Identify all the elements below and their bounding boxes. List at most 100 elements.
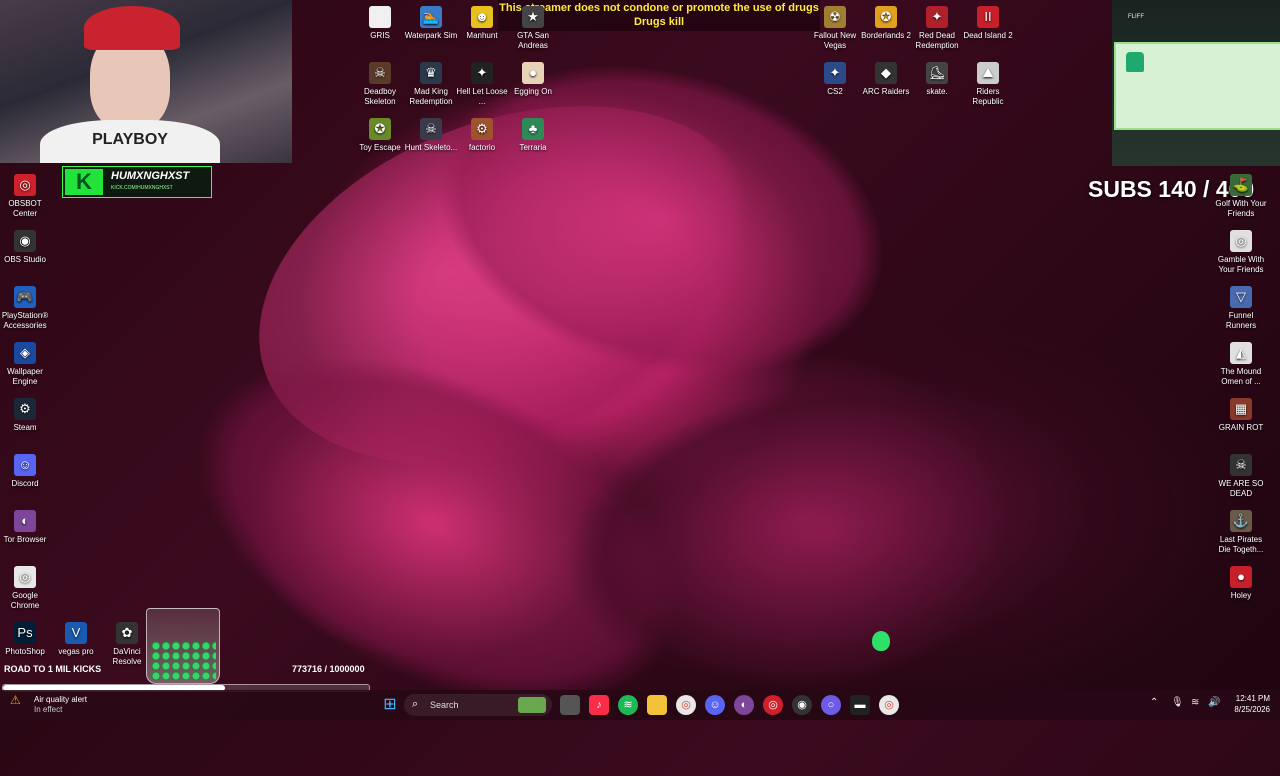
desktop-icon-label: Discord xyxy=(11,479,39,488)
desktop-icon-gris[interactable]: GRIS xyxy=(353,6,407,41)
desktop-icon-label: PlayStation® Accessories xyxy=(1,311,49,330)
app-icon[interactable]: ○ xyxy=(821,695,841,715)
gris-icon xyxy=(369,6,391,28)
desktop-icon-label: Dead Island 2 xyxy=(963,31,1013,40)
desktop-icon-label: Red Dead Redemption xyxy=(915,31,959,50)
desktop-icon-red-dead-redemption[interactable]: ✦ Red Dead Redemption xyxy=(910,6,964,51)
desktop-icon-vegas-pro[interactable]: Vvegas pro xyxy=(49,622,103,657)
gamble-with-your-friends-icon: ◎ xyxy=(1230,230,1252,252)
desktop-icon-tor-browser[interactable]: ◐ Tor Browser xyxy=(0,510,52,545)
spotify-icon[interactable]: ≋ xyxy=(618,695,638,715)
hell-let-loose-icon: ✦ xyxy=(471,62,493,84)
desktop-icon-discord[interactable]: ☺ Discord xyxy=(0,454,52,489)
overlay-camera-2: FLIFF xyxy=(1112,0,1280,166)
desktop-icon-label: factorio xyxy=(468,143,496,152)
wifi-icon[interactable]: ≋ xyxy=(1191,697,1199,708)
desktop-icon-fallout-new-vegas[interactable]: ☢ Fallout New Vegas xyxy=(808,6,862,51)
desktop-icon-dead-island-2[interactable]: II Dead Island 2 xyxy=(961,6,1015,41)
fallout-new-vegas-icon: ☢ xyxy=(824,6,846,28)
desktop-icon-cs2[interactable]: ✦ CS2 xyxy=(808,62,862,97)
mic-icon[interactable]: 🎙 xyxy=(1171,697,1184,708)
desktop-icon-label: GTA San Andreas xyxy=(517,31,549,50)
start-icon[interactable]: ⊞ xyxy=(380,695,400,715)
red-dead-redemption-icon: ✦ xyxy=(926,6,948,28)
desktop-icon-wallpaper-engine[interactable]: ◈ Wallpaper Engine xyxy=(0,342,52,387)
desktop-icon-terraria[interactable]: ♣ Terraria xyxy=(506,118,560,153)
discord-icon[interactable]: ☺ xyxy=(705,695,725,715)
tor-browser-icon: ◐ xyxy=(14,510,36,532)
desktop-icon-last-pirates-die-togeth[interactable]: ⚓ Last Pirates Die Togeth... xyxy=(1214,510,1268,555)
folder-icon[interactable] xyxy=(647,695,667,715)
terminal-icon[interactable]: ▬ xyxy=(850,695,870,715)
riders-republic-icon: ⛰ xyxy=(977,62,999,84)
music-app-icon[interactable]: ♪ xyxy=(589,695,609,715)
desktop-icon-gta-san-andreas[interactable]: ★ GTA San Andreas xyxy=(506,6,560,51)
vegas-pro-icon: V xyxy=(65,622,87,644)
toy-escape-icon: ✪ xyxy=(369,118,391,140)
arc-raiders-icon: ◆ xyxy=(875,62,897,84)
kick-channel-name: HUMXNGHXST xyxy=(111,170,190,182)
tor-icon[interactable]: ◐ xyxy=(734,695,754,715)
davinci-resolve-icon: ✿ xyxy=(116,622,138,644)
desktop-icon-photoshop[interactable]: Ps PhotoShop xyxy=(0,622,52,657)
kicks-goal-count: 773716 / 1000000 xyxy=(292,664,365,674)
desktop-icon-riders-republic[interactable]: ⛰ Riders Republic xyxy=(961,62,1015,107)
desktop-icon-google-chrome[interactable]: ◎ Google Chrome xyxy=(0,566,52,611)
steam-icon: ⚙ xyxy=(14,398,36,420)
desktop-icon-hunt-skeleto[interactable]: ☠ Hunt Skeleto... xyxy=(404,118,458,153)
desktop-icon-obs-studio[interactable]: ◉ OBS Studio xyxy=(0,230,52,265)
desktop-icon-label: Golf With Your Friends xyxy=(1215,199,1267,218)
desktop-icon-label: vegas pro xyxy=(58,647,94,656)
obs-icon[interactable]: ◉ xyxy=(792,695,812,715)
desktop-icon-skate[interactable]: ⛸ skate. xyxy=(910,62,964,97)
chevron-up-icon[interactable]: ⌃ xyxy=(1150,697,1158,708)
desktop-icon-gamble-with-your-friends[interactable]: ◎ Gamble With Your Friends xyxy=(1214,230,1268,275)
desktop-icon-manhunt[interactable]: ☻ Manhunt xyxy=(455,6,509,41)
desktop-icon-label: Tor Browser xyxy=(3,535,47,544)
volume-icon[interactable]: 🔊 xyxy=(1208,697,1220,708)
desktop-icon-playstation-accessories[interactable]: 🎮 PlayStation® Accessories xyxy=(0,286,52,331)
desktop-icon-mad-king-redemption[interactable]: ♛ Mad King Redemption xyxy=(404,62,458,107)
desktop-icon-waterpark-sim[interactable]: 🏊 Waterpark Sim xyxy=(404,6,458,41)
taskbar: ⚠ Air quality alert In effect ⊞ ⌕ Search… xyxy=(0,690,1280,720)
desktop-icon-label: Manhunt xyxy=(466,31,498,40)
kick-badge: K HUMXNGHXST KICK.COM/HUMXNGHXST xyxy=(62,166,212,198)
desktop-icon-egging-on[interactable]: ● Egging On xyxy=(506,62,560,97)
skate-icon: ⛸ xyxy=(926,62,948,84)
desktop-icon-steam[interactable]: ⚙ Steam xyxy=(0,398,52,433)
chrome-icon[interactable]: ◎ xyxy=(676,695,696,715)
obsbot-icon[interactable]: ◎ xyxy=(763,695,783,715)
desktop-icon-toy-escape[interactable]: ✪ Toy Escape xyxy=(353,118,407,153)
gta-san-andreas-icon: ★ xyxy=(522,6,544,28)
we-are-so-dead-icon: ☠ xyxy=(1230,454,1252,476)
desktop-icon-label: Funnel Runners xyxy=(1225,311,1257,330)
desktop-icon-hell-let-loose[interactable]: ✦ Hell Let Loose ... xyxy=(455,62,509,107)
desktop-icon-label: ARC Raiders xyxy=(862,87,910,96)
desktop-icon-funnel-runners[interactable]: ▽ Funnel Runners xyxy=(1214,286,1268,331)
file-icon[interactable] xyxy=(560,695,580,715)
golf-with-your-friends-icon: ⛳ xyxy=(1230,174,1252,196)
desktop-icon-golf-with-your-friends[interactable]: ⛳ Golf With Your Friends xyxy=(1214,174,1268,219)
desktop-icon-label: Fallout New Vegas xyxy=(813,31,857,50)
chrome-2-icon[interactable]: ◎ xyxy=(879,695,899,715)
desktop-icon-holey[interactable]: ● Holey xyxy=(1214,566,1268,601)
desktop-icon-factorio[interactable]: ⚙ factorio xyxy=(455,118,509,153)
desktop-icon-obsbot-center[interactable]: ◎ OBSBOT Center xyxy=(0,174,52,219)
desktop-icon-label: Last Pirates Die Togeth... xyxy=(1218,535,1264,554)
waterpark-sim-icon: 🏊 xyxy=(420,6,442,28)
clock[interactable]: 12:41 PM 8/25/2026 xyxy=(1222,693,1270,715)
taskbar-search[interactable]: ⌕ Search xyxy=(404,694,552,716)
wallpaper-engine-icon: ◈ xyxy=(14,342,36,364)
desktop-icon-deadboy-skeleton[interactable]: ☠ Deadboy Skeleton xyxy=(353,62,407,107)
photoshop-icon: Ps xyxy=(14,622,36,644)
desktop-icon-arc-raiders[interactable]: ◆ ARC Raiders xyxy=(859,62,913,97)
desktop-icon-we-are-so-dead[interactable]: ☠ WE ARE SO DEAD xyxy=(1214,454,1268,499)
desktop-icon-the-mound-omen-of[interactable]: ◭ The Mound Omen of ... xyxy=(1214,342,1268,387)
desktop-icon-grain-rot[interactable]: ▦ GRAIN ROT xyxy=(1214,398,1268,433)
discord-icon: ☺ xyxy=(14,454,36,476)
alert-subtitle: In effect xyxy=(34,705,63,714)
desktop-icon-borderlands-2[interactable]: ✪ Borderlands 2 xyxy=(859,6,913,41)
desktop-icon-label: Hunt Skeleto... xyxy=(404,143,458,152)
desktop-icon-label: GRAIN ROT xyxy=(1218,423,1264,432)
borderlands-2-icon: ✪ xyxy=(875,6,897,28)
